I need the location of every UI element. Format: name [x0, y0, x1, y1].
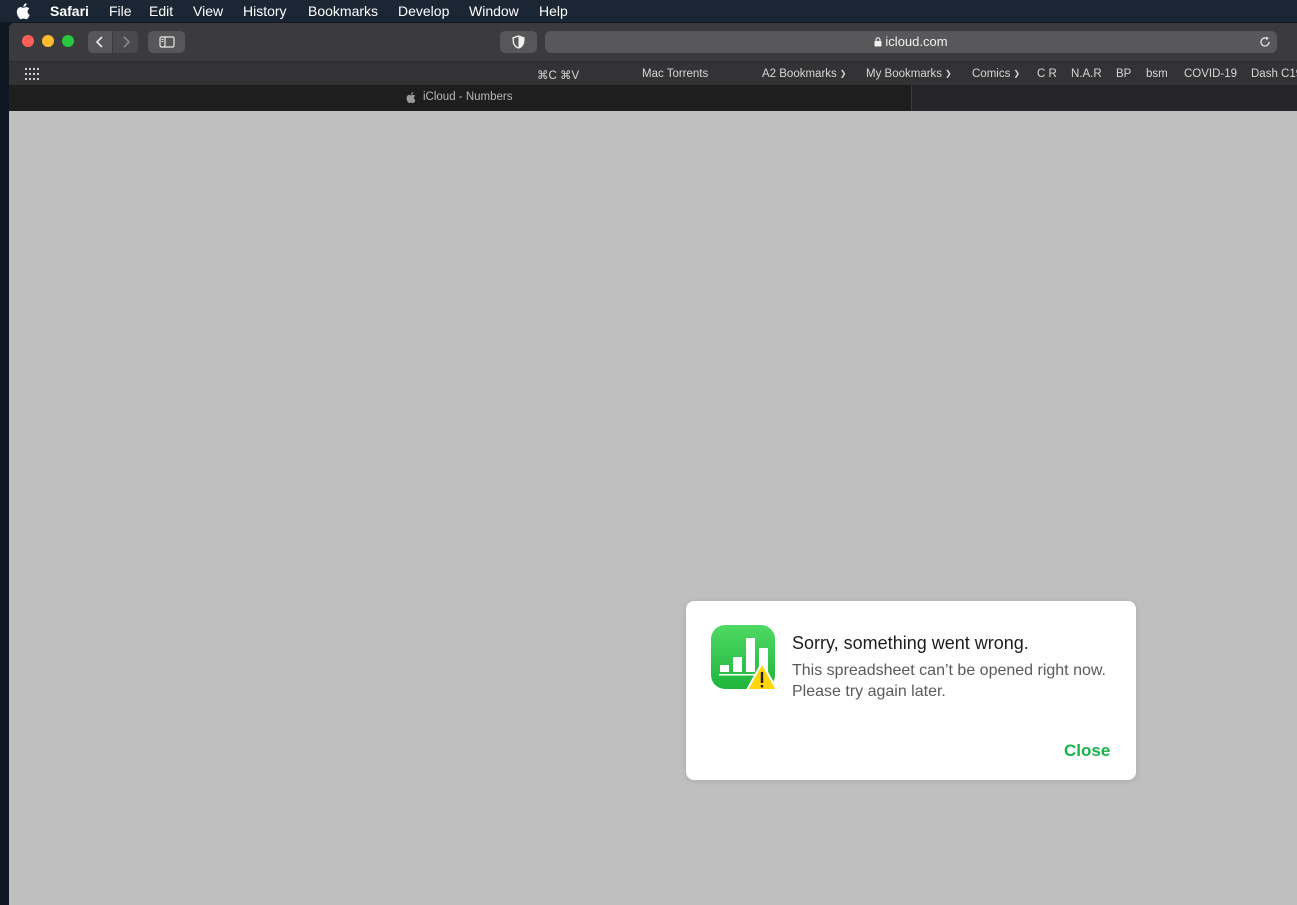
forward-icon: [123, 36, 131, 48]
grid-icon[interactable]: [25, 68, 39, 80]
sidebar-icon: [159, 36, 175, 48]
sidebar-button[interactable]: [148, 31, 185, 53]
menu-help[interactable]: Help: [539, 3, 568, 19]
close-button[interactable]: Close: [1064, 741, 1110, 761]
zoom-window-button[interactable]: [62, 35, 74, 47]
dialog-message: This spreadsheet can’t be opened right n…: [792, 662, 1106, 700]
error-dialog: Sorry, something went wrong. This spread…: [686, 601, 1136, 780]
favorite-bsm[interactable]: bsm: [1146, 68, 1168, 80]
favorite-bp[interactable]: BP: [1116, 68, 1131, 80]
favorite-mac-torrents[interactable]: Mac Torrents: [642, 68, 708, 80]
favorite-dash-c19[interactable]: Dash C19: [1251, 68, 1297, 80]
menu-bookmarks[interactable]: Bookmarks: [308, 3, 378, 19]
page-content: Sorry, something went wrong. This spread…: [9, 111, 1297, 905]
menu-safari[interactable]: Safari: [50, 3, 89, 19]
apple-icon: [406, 92, 416, 104]
menu-view[interactable]: View: [193, 3, 223, 19]
favorite-copy-paste[interactable]: ⌘C ⌘V: [537, 68, 579, 82]
chevron-down-icon: ❯: [945, 69, 952, 78]
shield-icon: [512, 35, 525, 49]
favorite-a2-bookmarks[interactable]: A2 Bookmarks ❯: [762, 68, 846, 80]
address-bar[interactable]: icloud.com: [545, 31, 1277, 53]
tab-title: iCloud - Numbers: [423, 91, 513, 103]
warning-icon: [746, 662, 778, 691]
tab-icloud-numbers[interactable]: iCloud - Numbers: [9, 85, 912, 111]
menu-bar: Safari File Edit View History Bookmarks …: [0, 0, 1297, 22]
tab-bar: iCloud - Numbers: [9, 85, 1297, 111]
privacy-report-button[interactable]: [500, 31, 537, 53]
favorite-covid-19[interactable]: COVID-19: [1184, 68, 1237, 80]
minimize-window-button[interactable]: [42, 35, 54, 47]
safari-window: icloud.com ⌘C ⌘V Mac Torrents A2 Bookmar…: [9, 23, 1297, 905]
toolbar: icloud.com: [9, 23, 1297, 61]
menu-history[interactable]: History: [243, 3, 287, 19]
back-button[interactable]: [88, 31, 112, 53]
favorite-comics[interactable]: Comics ❯: [972, 68, 1020, 80]
favorites-bar: ⌘C ⌘V Mac Torrents A2 Bookmarks ❯ My Book…: [9, 61, 1297, 86]
close-window-button[interactable]: [22, 35, 34, 47]
back-icon: [95, 36, 103, 48]
lock-icon: [874, 37, 882, 47]
chevron-down-icon: ❯: [1013, 69, 1021, 78]
chevron-down-icon: ❯: [839, 69, 847, 78]
menu-window[interactable]: Window: [469, 3, 519, 19]
dialog-title: Sorry, something went wrong.: [792, 633, 1029, 653]
favorite-nar[interactable]: N.A.R: [1071, 68, 1102, 80]
favorite-my-bookmarks[interactable]: My Bookmarks ❯: [866, 68, 952, 80]
menu-edit[interactable]: Edit: [149, 3, 173, 19]
menu-develop[interactable]: Develop: [398, 3, 449, 19]
url-text: icloud.com: [885, 34, 948, 49]
favorite-c-r[interactable]: C R: [1037, 68, 1057, 80]
menu-file[interactable]: File: [109, 3, 132, 19]
reload-icon[interactable]: [1259, 36, 1271, 48]
apple-icon[interactable]: [16, 2, 32, 20]
forward-button[interactable]: [113, 31, 138, 53]
